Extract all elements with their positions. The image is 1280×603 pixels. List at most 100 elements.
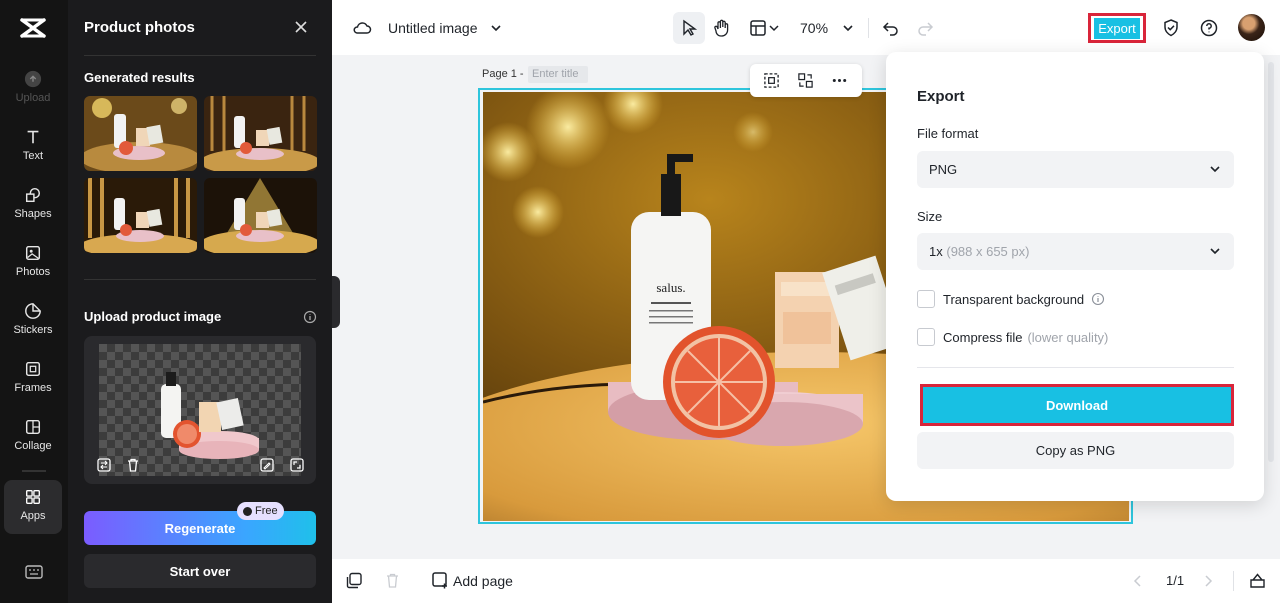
file-format-label: File format bbox=[917, 126, 979, 141]
zoom-level[interactable]: 70% bbox=[800, 20, 828, 36]
free-badge-label: Free bbox=[255, 505, 278, 517]
result-image-4 bbox=[204, 178, 317, 253]
rail-item-label: Shapes bbox=[14, 208, 52, 220]
export-popover-title: Export bbox=[917, 88, 965, 105]
photos-icon bbox=[25, 245, 41, 261]
frames-icon bbox=[25, 361, 41, 377]
expand-icon[interactable] bbox=[289, 457, 305, 473]
rail-item-label: Frames bbox=[14, 382, 52, 394]
rail-item-shapes[interactable]: Shapes bbox=[4, 186, 62, 238]
chevron-down-icon[interactable] bbox=[838, 18, 858, 38]
replace-image-icon[interactable] bbox=[96, 457, 112, 473]
chevron-down-icon[interactable] bbox=[486, 18, 506, 38]
rail-item-label: Apps bbox=[20, 510, 46, 522]
file-format-value: PNG bbox=[929, 162, 958, 177]
rail-item-label: Photos bbox=[15, 266, 51, 278]
rail-item-stickers[interactable]: Stickers bbox=[4, 302, 62, 354]
undo-icon[interactable] bbox=[881, 18, 901, 38]
page-label: Page 1 - bbox=[482, 68, 524, 80]
add-page-button[interactable]: Add page bbox=[453, 573, 513, 589]
page-title-input[interactable]: Enter title bbox=[528, 66, 588, 83]
size-value: 1x bbox=[929, 244, 943, 259]
delete-icon[interactable] bbox=[125, 457, 141, 473]
info-icon[interactable] bbox=[1091, 292, 1105, 306]
stickers-icon bbox=[25, 303, 41, 319]
panel-divider bbox=[84, 279, 316, 280]
close-icon[interactable] bbox=[292, 18, 310, 36]
info-icon[interactable] bbox=[303, 310, 317, 324]
cloud-save-icon[interactable] bbox=[352, 18, 372, 38]
top-toolbar: Untitled image 70% Export bbox=[332, 0, 1280, 55]
rail-item-label: Upload bbox=[15, 92, 51, 104]
compress-file-checkbox[interactable] bbox=[917, 328, 935, 346]
layout-icon[interactable] bbox=[748, 18, 768, 38]
rail-divider bbox=[22, 470, 46, 472]
rail-item-label: Text bbox=[22, 150, 44, 162]
shield-icon[interactable] bbox=[1161, 18, 1181, 38]
export-button-label: Export bbox=[1094, 17, 1140, 39]
select-area-icon[interactable] bbox=[763, 72, 780, 89]
left-rail: Upload Text Shapes Photos Stickers Frame… bbox=[0, 0, 68, 603]
svg-text:salus.: salus. bbox=[656, 280, 685, 295]
collapse-panel-handle[interactable] bbox=[332, 276, 340, 328]
size-detail: (988 x 655 px) bbox=[946, 244, 1030, 259]
chevron-down-icon[interactable] bbox=[768, 18, 780, 38]
rail-item-label: Collage bbox=[14, 440, 52, 452]
credit-icon bbox=[243, 506, 252, 516]
keyboard-icon[interactable] bbox=[24, 563, 44, 581]
generated-result-thumbnail[interactable] bbox=[84, 178, 197, 253]
hand-icon[interactable] bbox=[712, 18, 732, 38]
upload-icon bbox=[24, 70, 42, 88]
avatar[interactable] bbox=[1238, 14, 1265, 41]
transparent-background-label: Transparent background bbox=[943, 291, 1085, 307]
text-icon bbox=[27, 130, 39, 144]
transparent-background-checkbox[interactable] bbox=[917, 290, 935, 308]
size-select[interactable]: 1x (988 x 655 px) bbox=[917, 233, 1234, 270]
rail-item-upload[interactable]: Upload bbox=[4, 70, 62, 122]
transparent-background-option[interactable]: Transparent background bbox=[917, 290, 1105, 308]
rail-item-label: Stickers bbox=[13, 324, 53, 336]
free-badge: Free bbox=[237, 502, 284, 520]
delete-page-icon[interactable] bbox=[384, 572, 401, 589]
help-icon[interactable] bbox=[1199, 18, 1219, 38]
result-image-1 bbox=[84, 96, 197, 171]
start-over-button[interactable]: Start over bbox=[84, 554, 316, 588]
toolbar-divider bbox=[1233, 571, 1234, 591]
product-image-upload-box[interactable] bbox=[84, 336, 316, 484]
product-photos-panel: Product photos Generated results Upload … bbox=[68, 0, 332, 603]
generated-result-thumbnail[interactable] bbox=[204, 178, 317, 253]
download-button[interactable]: Download bbox=[920, 384, 1234, 426]
generated-results-title: Generated results bbox=[84, 70, 195, 85]
rail-item-text[interactable]: Text bbox=[4, 128, 62, 180]
duplicate-page-icon[interactable] bbox=[346, 572, 363, 589]
rail-item-photos[interactable]: Photos bbox=[4, 244, 62, 296]
canvas-scrollbar[interactable] bbox=[1268, 62, 1274, 462]
app-logo-icon[interactable] bbox=[18, 14, 48, 42]
replace-icon[interactable] bbox=[797, 72, 814, 89]
collage-icon bbox=[25, 419, 41, 435]
generated-result-thumbnail[interactable] bbox=[204, 96, 317, 171]
export-button[interactable]: Export bbox=[1088, 13, 1146, 43]
rail-item-apps[interactable]: Apps bbox=[4, 480, 62, 534]
shapes-icon bbox=[25, 187, 41, 203]
compress-file-note: (lower quality) bbox=[1027, 329, 1109, 345]
pointer-icon bbox=[683, 19, 698, 36]
file-format-select[interactable]: PNG bbox=[917, 151, 1234, 188]
compress-file-option[interactable]: Compress file (lower quality) bbox=[917, 328, 1108, 346]
layers-icon[interactable] bbox=[1248, 571, 1267, 590]
document-title[interactable]: Untitled image bbox=[388, 20, 478, 36]
more-options-icon[interactable] bbox=[831, 72, 848, 89]
copy-as-png-button[interactable]: Copy as PNG bbox=[917, 432, 1234, 469]
chevron-down-icon bbox=[1210, 248, 1220, 255]
add-page-icon[interactable] bbox=[431, 571, 449, 589]
next-page-icon[interactable] bbox=[1200, 573, 1216, 589]
rail-item-collage[interactable]: Collage bbox=[4, 418, 62, 470]
compress-file-label: Compress file bbox=[943, 329, 1023, 345]
size-label: Size bbox=[917, 209, 943, 224]
rail-item-frames[interactable]: Frames bbox=[4, 360, 62, 412]
select-tool-button[interactable] bbox=[673, 12, 705, 44]
redo-icon[interactable] bbox=[915, 18, 935, 38]
edit-cutout-icon[interactable] bbox=[259, 457, 275, 473]
previous-page-icon[interactable] bbox=[1130, 573, 1146, 589]
generated-result-thumbnail[interactable] bbox=[84, 96, 197, 171]
